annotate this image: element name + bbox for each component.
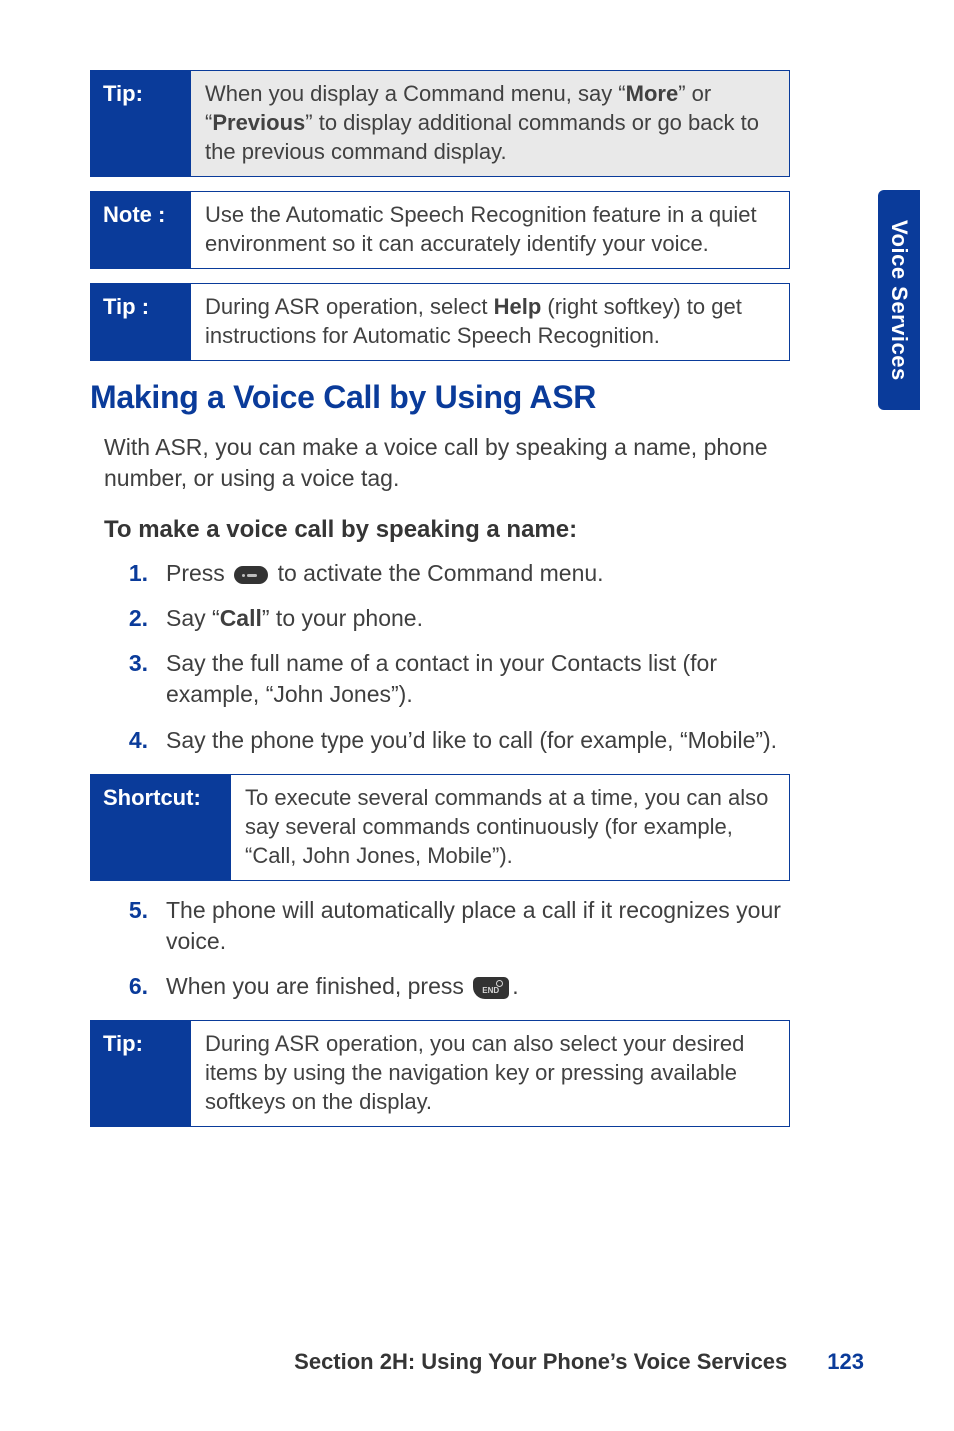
tip-callout-1: Tip: When you display a Command menu, sa… (90, 70, 790, 177)
text-bold: Help (494, 294, 542, 319)
callout-body: To execute several commands at a time, y… (231, 775, 789, 880)
callout-label: Tip: (91, 1021, 191, 1126)
text-bold: Previous (212, 110, 305, 135)
text: . (512, 973, 518, 999)
step-number: 1. (118, 558, 148, 589)
shortcut-callout: Shortcut: To execute several commands at… (90, 774, 790, 881)
text: Press (166, 560, 231, 586)
callout-body: During ASR operation, you can also selec… (191, 1021, 789, 1126)
footer-page-number: 123 (827, 1349, 864, 1375)
step-number: 5. (118, 895, 148, 957)
step-2: 2. Say “Call” to your phone. (118, 603, 790, 634)
tip-callout-3: Tip: During ASR operation, you can also … (90, 1020, 790, 1127)
text: Say “ (166, 605, 220, 631)
section-lede: With ASR, you can make a voice call by s… (104, 432, 790, 494)
callout-label: Shortcut: (91, 775, 231, 880)
step-1: 1. Press to activate the Command menu. (118, 558, 790, 589)
step-text: Say “Call” to your phone. (166, 603, 790, 634)
page-content: Tip: When you display a Command menu, sa… (90, 70, 790, 1127)
voice-services-key-icon (234, 566, 268, 584)
callout-body: During ASR operation, select Help (right… (191, 284, 789, 360)
step-5: 5. The phone will automatically place a … (118, 895, 790, 957)
section-heading: Making a Voice Call by Using ASR (90, 379, 790, 416)
step-number: 4. (118, 725, 148, 756)
step-text: Say the phone type you’d like to call (f… (166, 725, 790, 756)
page-footer: Section 2H: Using Your Phone’s Voice Ser… (90, 1349, 864, 1375)
text: When you display a Command menu, say “ (205, 81, 626, 106)
step-text: The phone will automatically place a cal… (166, 895, 790, 957)
step-4: 4. Say the phone type you’d like to call… (118, 725, 790, 756)
procedure-subhead: To make a voice call by speaking a name: (104, 516, 790, 544)
text: When you are finished, press (166, 973, 470, 999)
callout-body: Use the Automatic Speech Recognition fea… (191, 192, 789, 268)
footer-section-title: Section 2H: Using Your Phone’s Voice Ser… (294, 1349, 787, 1375)
section-side-tab: Voice Services (878, 190, 920, 410)
step-text: Press to activate the Command menu. (166, 558, 790, 589)
text: to activate the Command menu. (271, 560, 603, 586)
tip-callout-2: Tip : During ASR operation, select Help … (90, 283, 790, 361)
end-key-icon (473, 977, 509, 999)
step-text: Say the full name of a contact in your C… (166, 648, 790, 710)
note-callout: Note : Use the Automatic Speech Recognit… (90, 191, 790, 269)
step-number: 2. (118, 603, 148, 634)
text-bold: Call (220, 605, 262, 631)
callout-label: Tip: (91, 71, 191, 176)
text: ” to your phone. (262, 605, 423, 631)
step-6: 6. When you are finished, press . (118, 971, 790, 1002)
callout-label: Note : (91, 192, 191, 268)
callout-body: When you display a Command menu, say “Mo… (191, 71, 789, 176)
step-number: 3. (118, 648, 148, 710)
step-text: When you are finished, press . (166, 971, 790, 1002)
section-side-tab-label: Voice Services (886, 220, 912, 381)
step-3: 3. Say the full name of a contact in you… (118, 648, 790, 710)
steps-list-a: 1. Press to activate the Command menu. 2… (118, 558, 790, 755)
callout-label: Tip : (91, 284, 191, 360)
steps-list-b: 5. The phone will automatically place a … (118, 895, 790, 1002)
text: During ASR operation, select (205, 294, 494, 319)
step-number: 6. (118, 971, 148, 1002)
text-bold: More (626, 81, 679, 106)
